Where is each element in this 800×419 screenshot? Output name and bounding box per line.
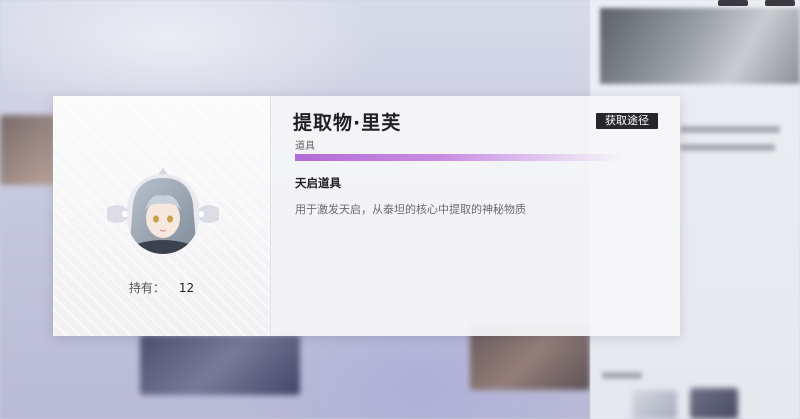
item-title: 提取物·里芙 bbox=[293, 112, 402, 134]
background-tile bbox=[0, 115, 55, 185]
rarity-bar bbox=[295, 154, 625, 161]
background-side-text bbox=[680, 144, 775, 151]
item-info-panel: 提取物·里芙 道具 天启道具 用于激发天启，从泰坦的核心中提取的神秘物质 bbox=[270, 96, 680, 336]
character-portrait-icon bbox=[127, 174, 199, 254]
background-side-text bbox=[602, 372, 642, 379]
item-category-title: 天启道具 bbox=[295, 176, 341, 190]
item-detail-card: 持有： 12 提取物·里芙 道具 天启道具 用于激发天启，从泰坦的核心中提取的神秘… bbox=[53, 96, 680, 336]
background-tile bbox=[690, 388, 738, 419]
item-portrait-panel: 持有： 12 bbox=[53, 96, 271, 336]
hold-label: 持有： bbox=[128, 281, 165, 295]
background-tab bbox=[765, 0, 795, 6]
hold-count-row: 持有： 12 bbox=[53, 279, 270, 296]
background-side-image bbox=[600, 8, 800, 84]
portrait-wrap bbox=[103, 166, 223, 262]
background-side-text bbox=[680, 126, 780, 133]
background-tile bbox=[632, 390, 677, 419]
background-tab bbox=[718, 0, 748, 6]
item-type: 道具 bbox=[295, 141, 315, 152]
item-description: 用于激发天启，从泰坦的核心中提取的神秘物质 bbox=[295, 203, 526, 216]
acquire-source-button[interactable]: 获取途径 bbox=[596, 113, 658, 129]
hold-count: 12 bbox=[178, 281, 195, 295]
background-tile bbox=[140, 335, 300, 395]
